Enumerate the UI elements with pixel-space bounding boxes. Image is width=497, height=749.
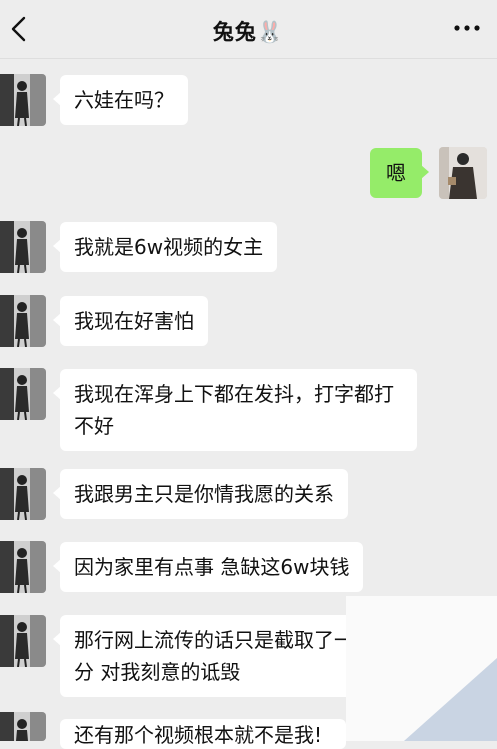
my-avatar[interactable] [439,147,487,199]
contact-avatar[interactable] [0,712,46,741]
contact-avatar[interactable] [0,368,46,420]
contact-avatar[interactable] [0,468,46,520]
contact-avatar[interactable] [0,74,46,126]
message-text: 还有那个视频根本就不是我! [74,723,323,747]
contact-avatar[interactable] [0,541,46,593]
more-icon[interactable] [453,24,481,32]
message-bubble: 我跟男主只是你情我愿的关系 [53,469,348,519]
message-bubble: 六娃在吗？ [53,75,188,125]
overlay-shape [404,658,497,741]
contact-avatar[interactable] [0,221,46,273]
chat-header: 兔兔🐰 [0,0,497,59]
message-bubble: 我就是6w视频的女主 [52,222,278,272]
message-bubble: 因为家里有点事 急缺这6w块钱 [52,542,364,592]
message-bubble: 我现在浑身上下都在发抖，打字都打不好 [53,369,417,451]
contact-avatar[interactable] [0,295,46,347]
my-message-bubble: 嗯 [370,148,429,198]
contact-avatar[interactable] [0,615,46,667]
chat-title: 兔兔🐰 [212,20,285,44]
message-bubble: 我现在好害怕 [53,296,208,346]
message-bubble: 还有那个视频根本就不是我! [60,719,346,749]
